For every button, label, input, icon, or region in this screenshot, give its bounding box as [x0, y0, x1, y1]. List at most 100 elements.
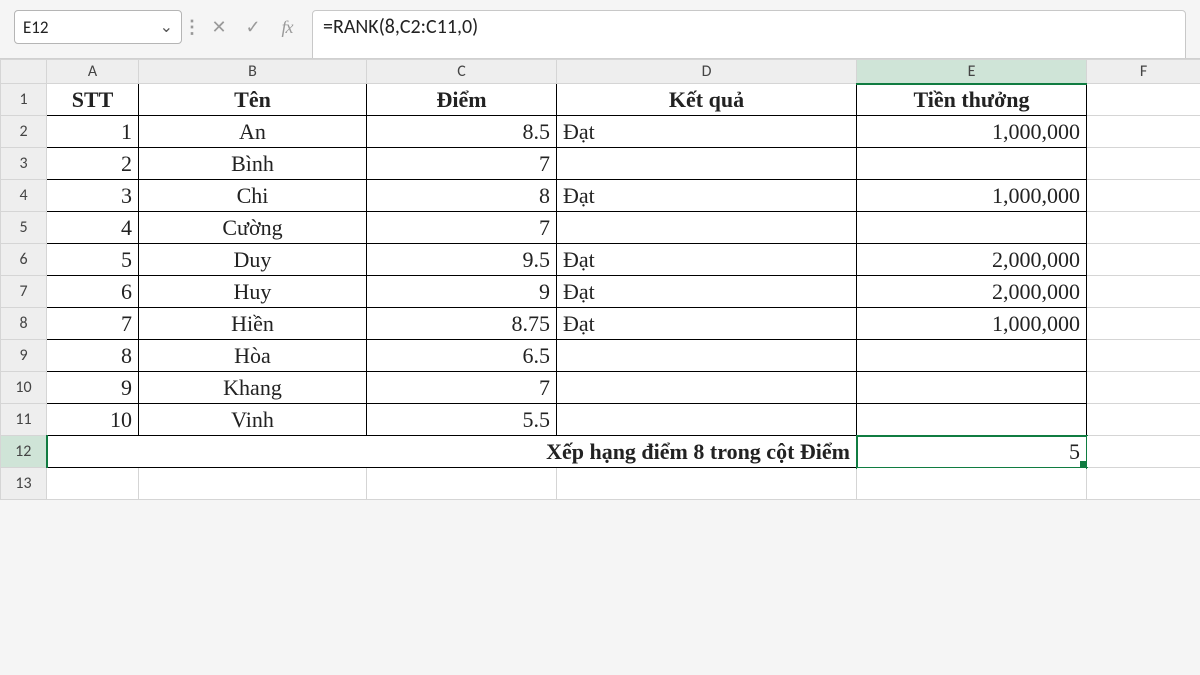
- cell-stt[interactable]: 1: [47, 116, 139, 148]
- col-header-A[interactable]: A: [47, 60, 139, 84]
- cell-stt[interactable]: 6: [47, 276, 139, 308]
- header-diem[interactable]: Điểm: [367, 84, 557, 116]
- cell-ten[interactable]: Duy: [139, 244, 367, 276]
- col-header-C[interactable]: C: [367, 60, 557, 84]
- cell[interactable]: [1087, 84, 1200, 116]
- cell-tt[interactable]: 1,000,000: [857, 308, 1087, 340]
- cell-diem[interactable]: 9.5: [367, 244, 557, 276]
- cell-tt[interactable]: 1,000,000: [857, 180, 1087, 212]
- cancel-icon[interactable]: ✕: [206, 14, 232, 40]
- cell[interactable]: [47, 468, 139, 500]
- cell-kq[interactable]: Đạt: [557, 276, 857, 308]
- cell[interactable]: [557, 468, 857, 500]
- cell-diem[interactable]: 8: [367, 180, 557, 212]
- cell[interactable]: [1087, 276, 1200, 308]
- cell-diem[interactable]: 9: [367, 276, 557, 308]
- cell[interactable]: [1087, 404, 1200, 436]
- cell-stt[interactable]: 4: [47, 212, 139, 244]
- cell-tt[interactable]: [857, 404, 1087, 436]
- cell[interactable]: [1087, 212, 1200, 244]
- cell[interactable]: [1087, 244, 1200, 276]
- cell-ten[interactable]: An: [139, 116, 367, 148]
- cell[interactable]: [1087, 372, 1200, 404]
- col-header-D[interactable]: D: [557, 60, 857, 84]
- row-header[interactable]: 13: [1, 468, 47, 500]
- cell-ten[interactable]: Cường: [139, 212, 367, 244]
- cell-kq[interactable]: [557, 148, 857, 180]
- row-header[interactable]: 4: [1, 180, 47, 212]
- cell-stt[interactable]: 5: [47, 244, 139, 276]
- cell-tt[interactable]: [857, 148, 1087, 180]
- header-tt[interactable]: Tiền thưởng: [857, 84, 1087, 116]
- cell[interactable]: [1087, 148, 1200, 180]
- cell-diem[interactable]: 7: [367, 372, 557, 404]
- cell-diem[interactable]: 8.75: [367, 308, 557, 340]
- cell[interactable]: [1087, 116, 1200, 148]
- cell[interactable]: [1087, 308, 1200, 340]
- cell-ten[interactable]: Huy: [139, 276, 367, 308]
- cell-diem[interactable]: 5.5: [367, 404, 557, 436]
- cell-tt[interactable]: [857, 340, 1087, 372]
- cell-ten[interactable]: Vinh: [139, 404, 367, 436]
- cell-kq[interactable]: [557, 212, 857, 244]
- chevron-down-icon[interactable]: ⌄: [160, 17, 173, 37]
- cell-tt[interactable]: [857, 372, 1087, 404]
- cell-tt[interactable]: 2,000,000: [857, 276, 1087, 308]
- select-all-corner[interactable]: [1, 60, 47, 84]
- cell-tt[interactable]: 2,000,000: [857, 244, 1087, 276]
- cell-kq[interactable]: [557, 372, 857, 404]
- cell-kq[interactable]: Đạt: [557, 244, 857, 276]
- cell[interactable]: [139, 468, 367, 500]
- cell[interactable]: [1087, 436, 1200, 468]
- row-header[interactable]: 10: [1, 372, 47, 404]
- header-ten[interactable]: Tên: [139, 84, 367, 116]
- cell[interactable]: [1087, 468, 1200, 500]
- cell-ten[interactable]: Bình: [139, 148, 367, 180]
- cell-kq[interactable]: Đạt: [557, 308, 857, 340]
- row-header[interactable]: 2: [1, 116, 47, 148]
- cell-kq[interactable]: Đạt: [557, 116, 857, 148]
- cell-ten[interactable]: Khang: [139, 372, 367, 404]
- cell-stt[interactable]: 10: [47, 404, 139, 436]
- cell-diem[interactable]: 8.5: [367, 116, 557, 148]
- row-header[interactable]: 5: [1, 212, 47, 244]
- col-header-B[interactable]: B: [139, 60, 367, 84]
- cell[interactable]: [367, 468, 557, 500]
- cell-ten[interactable]: Hiền: [139, 308, 367, 340]
- cell-stt[interactable]: 2: [47, 148, 139, 180]
- footer-label[interactable]: Xếp hạng điểm 8 trong cột Điểm: [47, 436, 857, 468]
- cell-ten[interactable]: Hòa: [139, 340, 367, 372]
- row-header[interactable]: 6: [1, 244, 47, 276]
- row-header[interactable]: 11: [1, 404, 47, 436]
- row-header[interactable]: 1: [1, 84, 47, 116]
- row-header[interactable]: 8: [1, 308, 47, 340]
- cell-diem[interactable]: 7: [367, 148, 557, 180]
- accept-icon[interactable]: ✓: [240, 14, 266, 40]
- row-header[interactable]: 3: [1, 148, 47, 180]
- row-header[interactable]: 12: [1, 436, 47, 468]
- spreadsheet-grid[interactable]: A B C D E F 1 STT Tên Điểm Kết quả Tiền …: [0, 58, 1200, 500]
- row-header[interactable]: 7: [1, 276, 47, 308]
- cell-tt[interactable]: 1,000,000: [857, 116, 1087, 148]
- cell-kq[interactable]: [557, 340, 857, 372]
- cell-diem[interactable]: 7: [367, 212, 557, 244]
- cell-stt[interactable]: 9: [47, 372, 139, 404]
- cell-stt[interactable]: 7: [47, 308, 139, 340]
- header-kq[interactable]: Kết quả: [557, 84, 857, 116]
- fx-icon[interactable]: fx: [274, 14, 300, 40]
- cell[interactable]: [1087, 340, 1200, 372]
- cell-stt[interactable]: 8: [47, 340, 139, 372]
- selected-cell-E12[interactable]: 5: [857, 436, 1087, 468]
- col-header-F[interactable]: F: [1087, 60, 1200, 84]
- cell-tt[interactable]: [857, 212, 1087, 244]
- cell-kq[interactable]: [557, 404, 857, 436]
- cell[interactable]: [857, 468, 1087, 500]
- header-stt[interactable]: STT: [47, 84, 139, 116]
- col-header-E[interactable]: E: [857, 60, 1087, 84]
- cell[interactable]: [1087, 180, 1200, 212]
- cell-kq[interactable]: Đạt: [557, 180, 857, 212]
- cell-ten[interactable]: Chi: [139, 180, 367, 212]
- name-box[interactable]: E12 ⌄: [14, 10, 182, 44]
- cell-diem[interactable]: 6.5: [367, 340, 557, 372]
- cell-stt[interactable]: 3: [47, 180, 139, 212]
